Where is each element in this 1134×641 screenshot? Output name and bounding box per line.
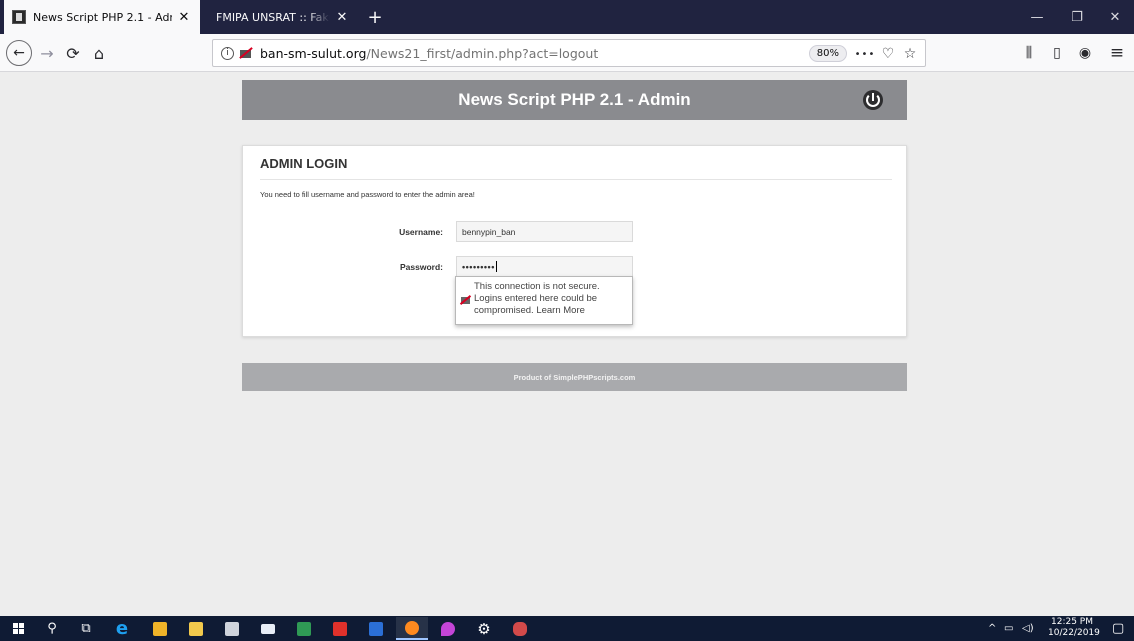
url-host: ban-sm-sulut.org (260, 45, 367, 61)
settings-gear-icon[interactable]: ⚙ (468, 617, 500, 640)
bookmark-star-icon[interactable]: ☆ (900, 44, 920, 64)
windows-taskbar: ⚲ ⧉ e ⚙ ^ ▭ ◁) 12:25 PM 10/22/2019 ▢ (0, 616, 1134, 641)
forward-arrow-icon[interactable]: → (34, 40, 60, 66)
task-view-glyph: ⧉ (81, 621, 91, 636)
settings-glyph: ⚙ (477, 619, 491, 638)
login-instructions: You need to fill username and password t… (260, 190, 475, 199)
notifications-icon[interactable]: ▢ (1112, 618, 1124, 639)
hamburger-menu-icon[interactable]: ≡ (1106, 43, 1128, 63)
browser-tab-strip: News Script PHP 2.1 - Admin ✕ FMIPA UNSR… (0, 0, 1134, 34)
acrobat-icon[interactable] (324, 617, 356, 640)
search-icon[interactable]: ⚲ (36, 617, 68, 640)
reload-icon[interactable]: ⟳ (60, 40, 86, 66)
firefox-icon[interactable] (396, 617, 428, 640)
sidebar-icon[interactable]: ▯ (1046, 43, 1068, 63)
url-path: /News21_first/admin.php?act=logout (366, 45, 599, 61)
pocket-icon[interactable]: ♡ (878, 44, 898, 64)
minimize-icon[interactable]: — (1018, 0, 1056, 34)
excel-icon[interactable] (288, 617, 320, 640)
tab-close-icon[interactable]: ✕ (176, 10, 192, 25)
calculator-icon[interactable] (216, 617, 248, 640)
task-view-icon[interactable]: ⧉ (70, 617, 102, 640)
back-arrow-icon[interactable]: ← (6, 40, 32, 66)
site-header: News Script PHP 2.1 - Admin (242, 80, 907, 120)
insecure-lock-icon (460, 295, 471, 305)
network-icon[interactable]: ▭ (1004, 618, 1013, 639)
panel-title: ADMIN LOGIN (260, 156, 348, 171)
library-icon[interactable]: ⫼ (1018, 43, 1040, 63)
snipping-tool-icon[interactable] (504, 617, 536, 640)
footer-credit[interactable]: Product of SimplePHPscripts.com (514, 373, 636, 382)
site-title: News Script PHP 2.1 - Admin (458, 90, 691, 109)
warning-line-3: compromised. Learn More (474, 305, 626, 317)
insecure-lock-icon[interactable] (239, 47, 253, 59)
username-input[interactable]: bennypin_ban (456, 221, 633, 242)
search-glyph: ⚲ (47, 621, 57, 636)
warning-text: compromised. (474, 305, 534, 316)
zoom-level-badge[interactable]: 80% (808, 45, 847, 62)
power-logout-icon[interactable] (863, 90, 883, 110)
username-value: bennypin_ban (462, 226, 516, 237)
site-favicon-icon (12, 10, 26, 24)
mail-icon[interactable] (252, 617, 284, 640)
address-bar[interactable]: i ban-sm-sulut.org/News21_first/admin.ph… (212, 39, 926, 67)
insecure-login-warning: This connection is not secure. Logins en… (455, 276, 633, 325)
password-mask: ••••••••• (462, 261, 495, 272)
username-label: Username: (399, 227, 443, 237)
tab-close-icon[interactable]: ✕ (334, 10, 350, 25)
navigation-toolbar: ← → ⟳ ⌂ i ban-sm-sulut.org/News21_first/… (0, 34, 1134, 72)
restore-icon[interactable]: ❐ (1058, 0, 1096, 34)
window-close-icon[interactable]: ✕ (1096, 0, 1134, 34)
system-clock[interactable]: 12:25 PM 10/22/2019 (1048, 617, 1100, 640)
site-footer: Product of SimplePHPscripts.com (242, 363, 907, 391)
start-windows-icon[interactable] (2, 617, 34, 640)
site-info-icon[interactable]: i (221, 46, 234, 60)
text-caret (495, 261, 497, 272)
tab-title: FMIPA UNSRAT :: Fakultas MIPA (216, 10, 330, 24)
password-label: Password: (400, 262, 443, 272)
file-explorer-icon[interactable] (144, 617, 176, 640)
page-actions-icon[interactable]: ••• (855, 44, 875, 64)
learn-more-link[interactable]: Learn More (536, 305, 585, 316)
home-icon[interactable]: ⌂ (86, 40, 112, 66)
edge-glyph: e (115, 618, 129, 639)
tray-chevron-icon[interactable]: ^ (988, 618, 996, 639)
clock-time: 12:25 PM (1051, 617, 1093, 627)
admin-login-panel: ADMIN LOGIN You need to fill username an… (242, 145, 907, 337)
password-input[interactable]: ••••••••• (456, 256, 633, 277)
volume-icon[interactable]: ◁) (1022, 618, 1034, 639)
page-viewport: News Script PHP 2.1 - Admin ADMIN LOGIN … (0, 72, 1134, 616)
divider (260, 179, 892, 180)
tab-news-script-admin[interactable]: News Script PHP 2.1 - Admin ✕ (4, 0, 200, 34)
edge-icon[interactable]: e (106, 617, 138, 640)
store-icon[interactable] (180, 617, 212, 640)
warning-line-1: This connection is not secure. (474, 281, 600, 292)
word-icon[interactable] (360, 617, 392, 640)
warning-line-2: Logins entered here could be (474, 293, 598, 304)
maps-icon[interactable] (432, 617, 464, 640)
new-tab-button[interactable]: + (362, 0, 388, 34)
tab-title: News Script PHP 2.1 - Admin (33, 10, 172, 24)
clock-date: 10/22/2019 (1048, 628, 1100, 638)
account-icon[interactable]: ◉ (1074, 43, 1096, 63)
tab-fmipa-unsrat[interactable]: FMIPA UNSRAT :: Fakultas MIPA ✕ (208, 0, 358, 34)
